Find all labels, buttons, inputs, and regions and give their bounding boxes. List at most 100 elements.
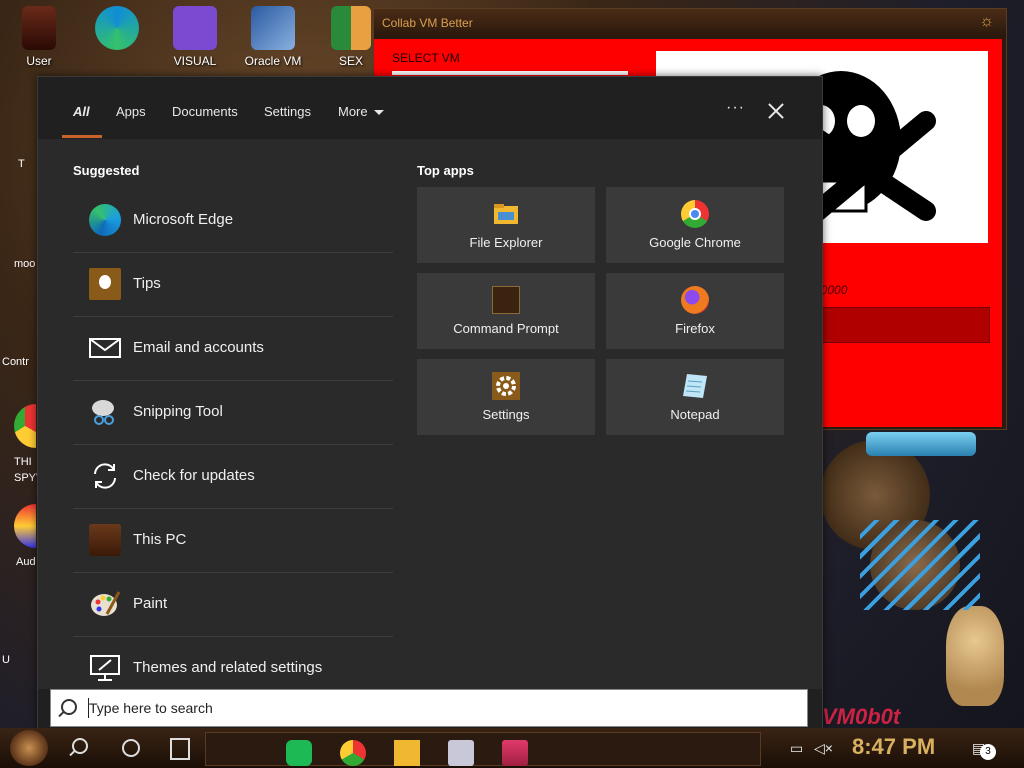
tab-apps[interactable]: Apps <box>116 104 146 119</box>
suggested-item-microsoft-edge[interactable]: Microsoft Edge <box>73 189 393 253</box>
desktop-left-label: T <box>18 158 25 170</box>
folder-icon <box>492 200 520 228</box>
top-app-label: Notepad <box>670 407 720 422</box>
top-app-label: Command Prompt <box>453 321 559 336</box>
chrome-icon <box>681 200 709 228</box>
gear-icon <box>492 372 520 400</box>
desktop-icon-label: User <box>26 54 52 68</box>
close-icon[interactable] <box>766 101 786 121</box>
desktop-icon-oracle-vm[interactable]: Oracle VM <box>238 6 308 68</box>
desktop-left-label: Contr <box>2 356 29 368</box>
desktop-left-label: U <box>2 654 10 666</box>
spreadsheet-icon <box>331 6 371 50</box>
tab-all[interactable]: All <box>73 104 90 119</box>
themes-icon <box>89 652 121 684</box>
desktop-icon-edge[interactable] <box>82 6 152 54</box>
suggested-item-label: Paint <box>133 595 168 612</box>
top-app-notepad[interactable]: Notepad <box>606 359 784 435</box>
search-content: Suggested Top apps Microsoft Edge Tips E… <box>38 139 822 689</box>
watermark-text: VM0b0t <box>822 704 901 729</box>
desktop-icon-label: VISUAL <box>173 54 217 68</box>
desktop-icon-visual-studio[interactable]: VISUAL <box>160 6 230 68</box>
cmd-icon <box>492 286 520 314</box>
suggested-item-label: Themes and related settings <box>133 659 323 676</box>
top-app-file-explorer[interactable]: File Explorer <box>417 187 595 263</box>
search-panel: All Apps Documents Settings More ··· Sug… <box>37 76 823 730</box>
volume-muted-icon[interactable]: ◁× <box>814 740 833 757</box>
tab-more-label: More <box>338 104 368 119</box>
search-tabs: All Apps Documents Settings More ··· <box>38 77 822 139</box>
suggested-item-check-for-updates[interactable]: Check for updates <box>73 445 393 509</box>
mail-icon <box>89 332 121 364</box>
snipping-icon <box>89 396 121 428</box>
top-app-label: Settings <box>482 407 530 422</box>
suggested-item-label: Snipping Tool <box>133 403 223 420</box>
start-button[interactable] <box>10 730 48 766</box>
taskbar-apps-area <box>205 732 761 766</box>
virtualbox-icon <box>251 6 295 50</box>
taskbar: ▭ ◁× 8:47 PM ▤ 3 <box>0 728 1024 768</box>
gear-icon[interactable]: ☼ <box>979 13 994 31</box>
top-app-firefox[interactable]: Firefox <box>606 273 784 349</box>
desktop-left-label: THI <box>14 456 32 468</box>
tab-settings[interactable]: Settings <box>264 104 311 119</box>
top-app-command-prompt[interactable]: Command Prompt <box>417 273 595 349</box>
search-box[interactable]: Type here to search <box>50 689 808 727</box>
top-apps-heading: Top apps <box>417 163 474 178</box>
suggested-item-paint[interactable]: Paint <box>73 573 393 637</box>
edge-icon <box>95 6 139 50</box>
chrome-taskbar-icon[interactable] <box>340 740 366 766</box>
desktop-icon-user[interactable]: User <box>4 6 74 68</box>
suggested-item-email-and-accounts[interactable]: Email and accounts <box>73 317 393 381</box>
cortana-icon[interactable] <box>122 739 140 757</box>
suggested-item-snipping-tool[interactable]: Snipping Tool <box>73 381 393 445</box>
computer-icon <box>89 524 121 556</box>
tab-documents[interactable]: Documents <box>172 104 238 119</box>
app-taskbar-icon[interactable] <box>502 740 528 766</box>
visual-studio-icon <box>173 6 217 50</box>
suggested-item-this-pc[interactable]: This PC <box>73 509 393 573</box>
suggested-item-label: Microsoft Edge <box>133 211 234 228</box>
select-vm-label: SELECT VM <box>392 51 460 65</box>
chevron-down-icon <box>373 110 384 116</box>
desktop-left-label: Aud <box>16 556 36 568</box>
top-app-label: Firefox <box>675 321 715 336</box>
task-view-icon[interactable] <box>170 738 190 760</box>
refresh-icon <box>89 460 121 492</box>
suggested-heading: Suggested <box>73 163 140 178</box>
hamster-image <box>946 606 1004 706</box>
desktop-audio-icon-partial[interactable] <box>14 504 36 548</box>
collab-window-title: Collab VM Better <box>374 9 1006 37</box>
tube-decoration <box>866 432 976 456</box>
desktop-left-label: moo <box>14 258 36 270</box>
select-vm-dropdown[interactable] <box>392 71 628 75</box>
firefox-icon <box>681 286 709 314</box>
suggested-list: Microsoft Edge Tips Email and accounts S… <box>73 189 393 700</box>
tab-more[interactable]: More <box>338 104 384 119</box>
search-input[interactable]: Type here to search <box>89 700 213 716</box>
edge-icon <box>89 204 121 236</box>
active-tab-indicator <box>62 135 102 138</box>
suggested-item-label: Check for updates <box>133 467 255 484</box>
tips-icon <box>89 268 121 300</box>
suggested-item-tips[interactable]: Tips <box>73 253 393 317</box>
taskbar-clock[interactable]: 8:47 PM <box>852 734 935 760</box>
taskbar-search-icon[interactable] <box>72 738 88 754</box>
desktop-chrome-icon-partial[interactable] <box>14 404 36 448</box>
notification-badge: 3 <box>980 744 996 760</box>
top-app-label: Google Chrome <box>649 235 741 250</box>
paint-icon <box>89 588 121 620</box>
top-app-google-chrome[interactable]: Google Chrome <box>606 187 784 263</box>
suggested-item-label: This PC <box>133 531 187 548</box>
collab-input-bar[interactable] <box>814 307 990 343</box>
app-taskbar-icon[interactable] <box>448 740 474 766</box>
more-options-icon[interactable]: ··· <box>726 99 745 117</box>
network-icon[interactable]: ▭ <box>790 740 803 757</box>
top-app-label: File Explorer <box>469 235 543 250</box>
suggested-item-label: Email and accounts <box>133 339 264 356</box>
top-app-settings[interactable]: Settings <box>417 359 595 435</box>
spotify-icon[interactable] <box>286 740 312 766</box>
notepad-icon <box>681 372 709 400</box>
file-explorer-taskbar-icon[interactable] <box>394 740 420 766</box>
desktop-icon-label: Oracle VM <box>244 54 302 68</box>
